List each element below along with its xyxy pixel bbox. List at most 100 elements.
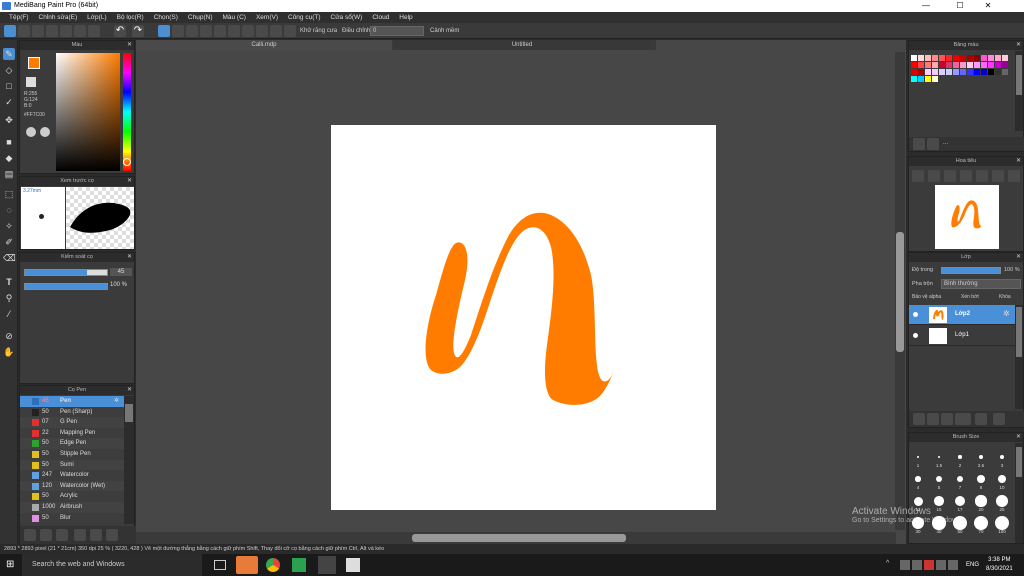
actual-size-icon[interactable] xyxy=(960,170,972,182)
undo-icon[interactable]: ↶ xyxy=(114,25,126,37)
select-pen-tool-icon[interactable]: ✐ xyxy=(3,236,15,248)
palette-swatch[interactable] xyxy=(981,62,987,68)
vertical-scrollbar[interactable] xyxy=(895,52,905,530)
palette-swatch[interactable] xyxy=(918,76,924,82)
palette-swatch[interactable] xyxy=(932,55,938,61)
brush-size-dot[interactable] xyxy=(999,454,1005,460)
cloud-icon[interactable] xyxy=(46,25,58,37)
palette-swatch[interactable] xyxy=(995,69,1001,75)
menu-item-4[interactable]: Chọn(S) xyxy=(149,12,183,23)
palette-swatch[interactable] xyxy=(967,69,973,75)
lock-checkbox[interactable]: Khóa xyxy=(999,294,1011,300)
brush-duplicate-icon[interactable] xyxy=(90,529,102,541)
palette-swatch[interactable] xyxy=(953,69,959,75)
antialias-mode-icon[interactable] xyxy=(158,25,170,37)
palette-swatch[interactable] xyxy=(918,69,924,75)
brush-list-scrollbar[interactable] xyxy=(124,396,134,524)
brush-size-grid[interactable]: 1 1.5 2 2.5 3 4 5 7 8 10 12 15 17 20 25 30 40 50 70 100 xyxy=(909,443,1015,543)
layer-visibility-icon[interactable] xyxy=(913,333,918,338)
save-icon[interactable] xyxy=(18,25,30,37)
brush-size-dot[interactable] xyxy=(915,476,921,482)
palette-swatch[interactable] xyxy=(967,62,973,68)
brush-size-dot[interactable] xyxy=(935,475,943,483)
brush-size-dot[interactable] xyxy=(974,516,988,530)
canvas-area[interactable] xyxy=(136,40,906,544)
brush-item[interactable]: 247 Watercolor xyxy=(20,470,124,481)
palette-swatch[interactable] xyxy=(918,55,924,61)
palette-swatch[interactable] xyxy=(974,55,980,61)
share-icon[interactable] xyxy=(60,25,72,37)
palette-swatch[interactable] xyxy=(1002,62,1008,68)
eyedropper-tool-icon[interactable]: ⁄ xyxy=(3,308,15,320)
dot-tool-icon[interactable]: □ xyxy=(3,80,15,92)
symmetry-icon[interactable] xyxy=(186,25,198,37)
taskbar-search-box[interactable]: Search the web and Windows xyxy=(22,554,202,576)
guide-icon[interactable] xyxy=(284,25,296,37)
palette-add-icon[interactable] xyxy=(913,138,925,150)
color-slider-icon[interactable] xyxy=(40,127,50,137)
panel-close-icon[interactable]: ✕ xyxy=(1016,157,1021,166)
palette-swatch[interactable] xyxy=(981,55,987,61)
menu-item-2[interactable]: Lớp(L) xyxy=(82,12,111,23)
clock[interactable]: 3:38 PM 8/30/2021 xyxy=(986,556,1013,574)
menu-item-5[interactable]: Chụp(N) xyxy=(183,12,218,23)
menu-item-0[interactable]: Tệp(F) xyxy=(4,12,34,23)
brush-size-dot[interactable] xyxy=(956,475,964,483)
layer-folder-icon[interactable] xyxy=(975,413,987,425)
brush-size-dot[interactable] xyxy=(977,475,985,483)
antialias-label[interactable]: Khử răng cưa xyxy=(300,26,337,36)
layer-add-menu-icon[interactable] xyxy=(955,413,971,425)
menu-item-9[interactable]: Cửa sổ(W) xyxy=(326,12,368,23)
panel-close-icon[interactable]: ✕ xyxy=(1016,433,1021,442)
zoom-in-icon[interactable] xyxy=(912,170,924,182)
grid-icon[interactable] xyxy=(74,25,86,37)
palette-swatch[interactable] xyxy=(960,55,966,61)
gradient-tool-icon[interactable]: ▤ xyxy=(3,168,15,180)
transparent-swatch[interactable] xyxy=(26,77,36,87)
tray-volume-icon[interactable] xyxy=(936,560,946,570)
brush-size-dot[interactable] xyxy=(997,474,1007,484)
tab-calli[interactable]: Calli.mdp xyxy=(136,40,392,50)
menu-item-10[interactable]: Cloud xyxy=(367,12,394,23)
delete-layer-icon[interactable] xyxy=(993,413,1005,425)
close-button[interactable]: ✕ xyxy=(974,0,1002,12)
panel-close-icon[interactable]: ✕ xyxy=(127,177,132,186)
palette-swatch[interactable] xyxy=(1002,55,1008,61)
palette-swatch[interactable] xyxy=(974,69,980,75)
concentric-ruler-icon[interactable] xyxy=(228,25,240,37)
palette-swatch[interactable] xyxy=(925,62,931,68)
panel-close-icon[interactable]: ✕ xyxy=(127,253,132,262)
snap-icon[interactable] xyxy=(270,25,282,37)
rotate-left-icon[interactable] xyxy=(976,170,988,182)
text-tool-icon[interactable]: T xyxy=(3,276,15,288)
selection-mode-icon[interactable] xyxy=(4,25,16,37)
brush-size-value[interactable]: 45 xyxy=(110,268,132,276)
palette-swatch[interactable] xyxy=(946,62,952,68)
palette-swatch[interactable] xyxy=(939,62,945,68)
brush-item[interactable]: 50 Edge Pen xyxy=(20,438,124,449)
medibang-taskbar-icon[interactable] xyxy=(236,556,258,574)
palette-swatch[interactable] xyxy=(1002,69,1008,75)
palette-swatch[interactable] xyxy=(932,69,938,75)
parallel-ruler-icon[interactable] xyxy=(214,25,226,37)
brush-size-dot[interactable] xyxy=(958,455,962,459)
brush-settings-icon[interactable] xyxy=(40,529,52,541)
language-indicator[interactable]: ENG xyxy=(966,562,979,568)
divide-tool-icon[interactable]: ⊘ xyxy=(3,330,15,342)
brush-item[interactable]: 50 Acrylic xyxy=(20,491,124,502)
clipping-checkbox[interactable]: Xén bớt xyxy=(961,294,979,300)
palette-swatch[interactable] xyxy=(925,76,931,82)
brush-size-dot[interactable] xyxy=(954,495,966,507)
brush-tool-icon[interactable]: ✎ xyxy=(3,48,15,60)
hue-handle[interactable] xyxy=(123,158,131,166)
menu-item-11[interactable]: Help xyxy=(394,12,417,23)
brush-size-dot[interactable] xyxy=(978,454,984,460)
palette-swatch[interactable] xyxy=(911,55,917,61)
palette-swatch[interactable] xyxy=(988,62,994,68)
palette-grid[interactable] xyxy=(909,51,1015,131)
palette-swatch[interactable] xyxy=(953,55,959,61)
brush-size-dot[interactable] xyxy=(996,495,1008,507)
correction-select[interactable]: 0 xyxy=(370,26,424,36)
tray-icon-2[interactable] xyxy=(912,560,922,570)
new-layer-icon[interactable] xyxy=(913,413,925,425)
